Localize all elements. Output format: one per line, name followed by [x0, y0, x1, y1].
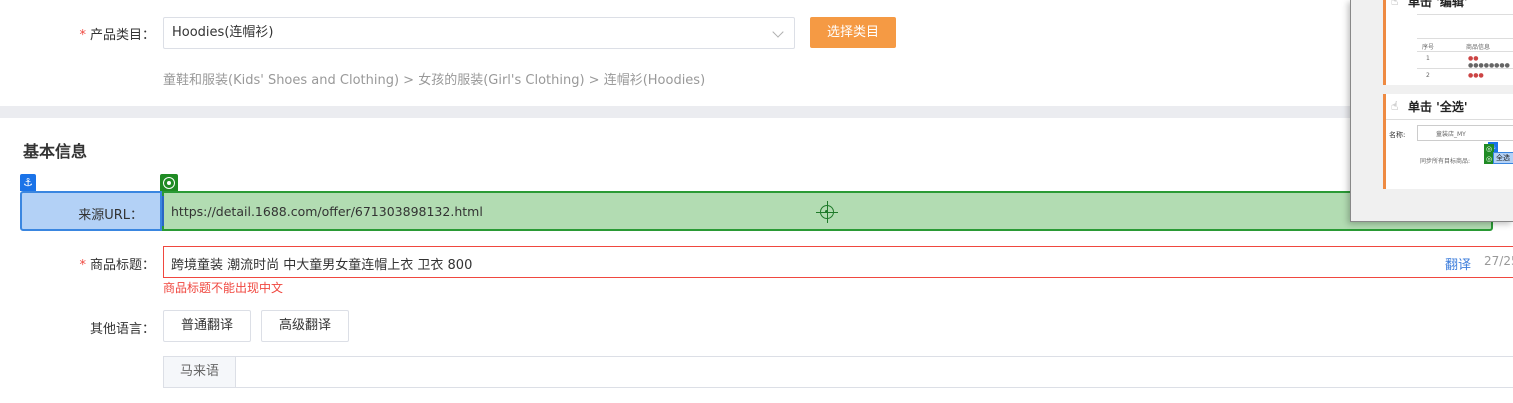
instruction-panel: ☝ 单击 '编辑' 序号 商品信息 1 ●● ●●●●●●●● 2 ●●● ☝ … — [1350, 0, 1513, 222]
product-title-error: 商品标题不能出现中文 — [163, 281, 284, 295]
step-edit: ☝ 单击 '编辑' 序号 商品信息 1 ●● ●●●●●●●● 2 ●●● — [1383, 0, 1513, 85]
product-title-input[interactable]: 跨境童装 潮流时尚 中大童男女童连帽上衣 卫衣 800 — [163, 246, 1513, 278]
step-select-all: ☝ 单击 '全选' 名称: 童装店_MY ⚓ ◎ 同步所有目标商品: ◎ 全选 — [1383, 94, 1513, 189]
click-icon: ☝ — [1391, 0, 1399, 8]
source-url-value: https://detail.1688.com/offer/6713038981… — [171, 204, 483, 219]
step-edit-title: 单击 '编辑' — [1408, 0, 1468, 9]
mini-select-all-button: 全选 — [1493, 152, 1513, 164]
section-divider — [0, 106, 1513, 118]
mini-hint: 同步所有目标商品: — [1420, 158, 1471, 165]
other-languages-label: 其他语言： — [89, 322, 155, 337]
mini-row-2: 2 — [1426, 72, 1430, 79]
mini-name-label: 名称: — [1389, 131, 1406, 139]
crosshair-icon — [820, 205, 834, 219]
mini-row-1: 1 — [1426, 55, 1430, 62]
mini-header-info: 商品信息 — [1466, 44, 1491, 51]
product-title-value: 跨境童装 潮流时尚 中大童男女童连帽上衣 卫衣 800 — [171, 258, 473, 273]
click-icon: ☝ — [1391, 99, 1399, 113]
mini-header-index: 序号 — [1422, 44, 1435, 51]
source-url-label-highlight: 来源URL： — [20, 191, 162, 231]
category-section: * 产品类目： Hoodies(连帽衫) 选择类目 童鞋和服装(Kids' Sho… — [0, 0, 1513, 106]
select-category-button[interactable]: 选择类目 — [810, 17, 896, 48]
category-select[interactable]: Hoodies(连帽衫) — [163, 17, 795, 49]
category-label: * 产品类目： — [79, 28, 155, 43]
target-icon — [160, 174, 178, 192]
step-select-all-title: 单击 '全选' — [1408, 100, 1468, 114]
normal-translate-button[interactable]: 普通翻译 — [163, 310, 251, 342]
advanced-translate-button[interactable]: 高级翻译 — [261, 310, 349, 342]
anchor-icon: ⚓ — [20, 174, 36, 191]
mini-name-input: 童装店_MY — [1417, 125, 1513, 141]
product-title-label: * 商品标题： — [79, 258, 155, 273]
category-selected-value: Hoodies(连帽衫) — [172, 25, 274, 40]
text-cursor — [162, 196, 164, 226]
source-url-label: 来源URL： — [78, 208, 143, 223]
malay-title-input[interactable]: 马来语 — [163, 356, 1513, 388]
section-title-basic-info: 基本信息 — [23, 142, 88, 161]
category-breadcrumb: 童鞋和服装(Kids' Shoes and Clothing) > 女孩的服装(… — [163, 73, 706, 88]
chevron-down-icon — [772, 26, 784, 38]
translate-link[interactable]: 翻译 — [1445, 254, 1471, 273]
language-tag-malay: 马来语 — [164, 357, 236, 387]
char-count: 27/25 — [1484, 254, 1513, 268]
